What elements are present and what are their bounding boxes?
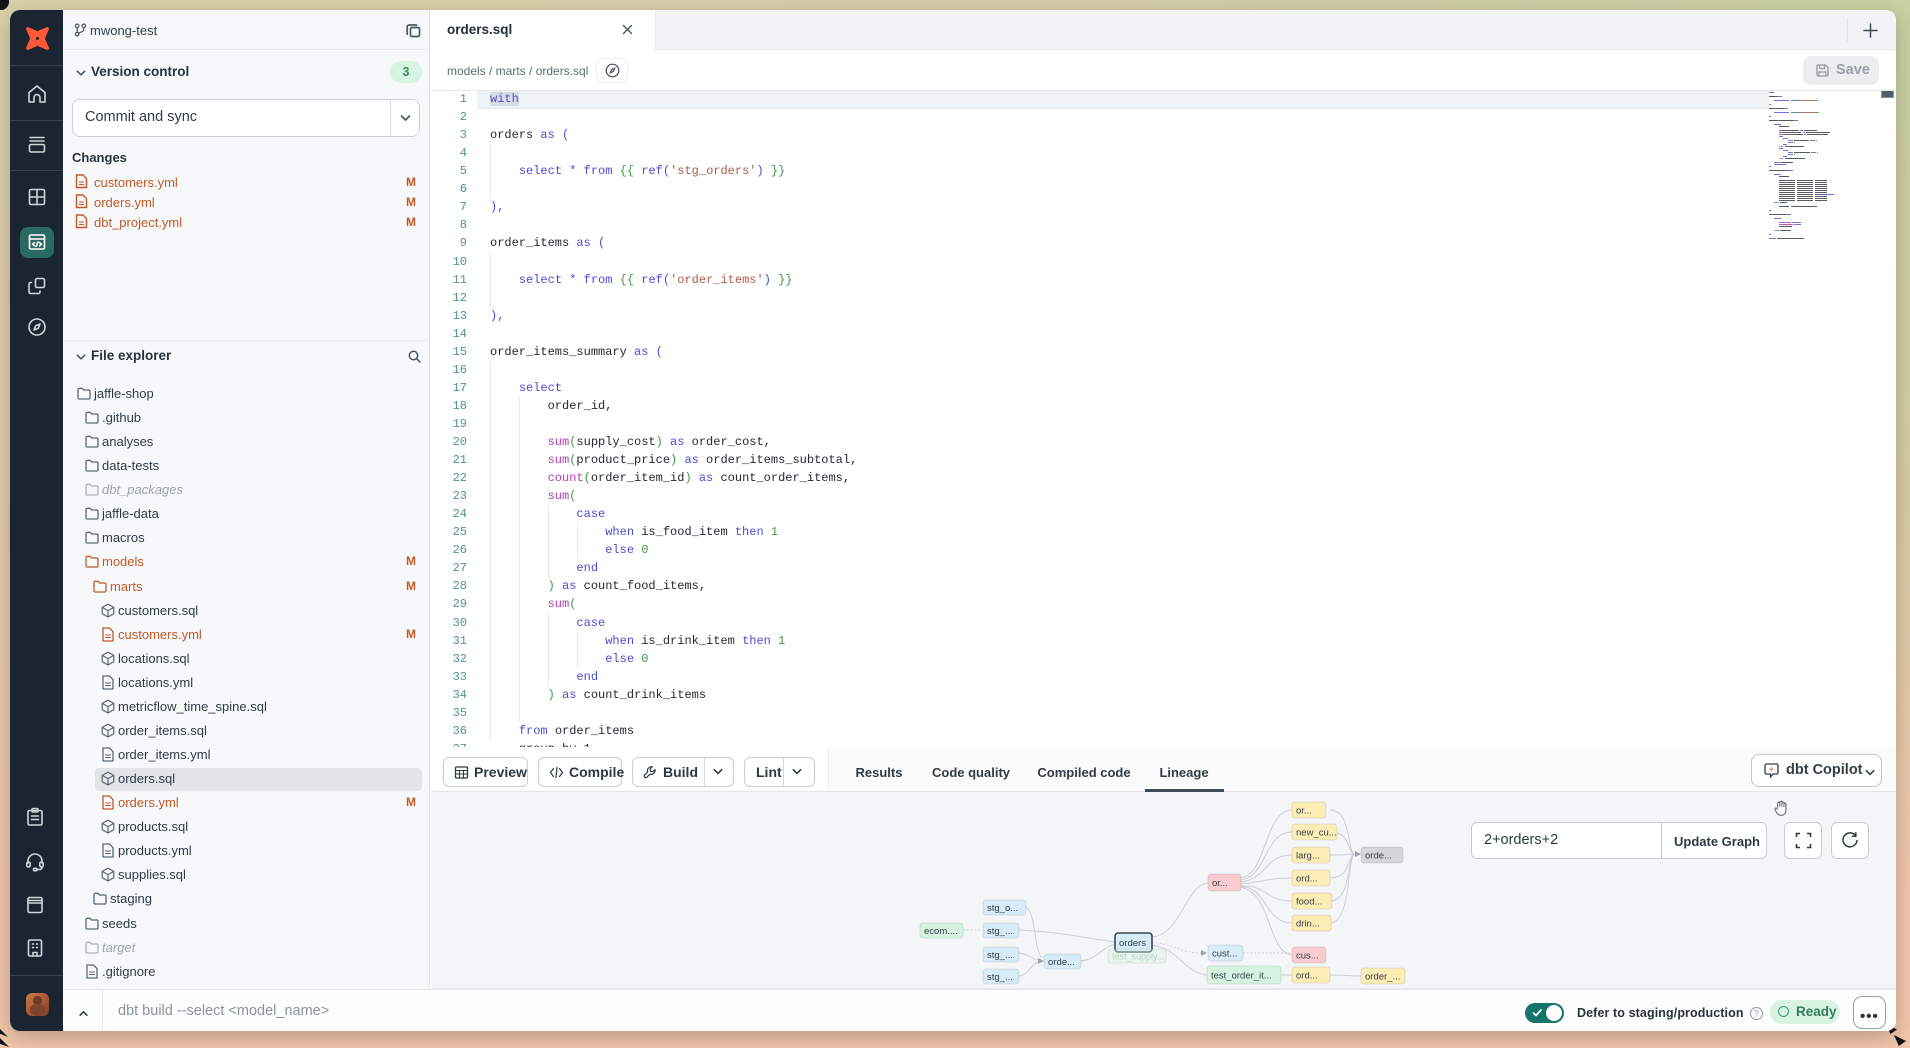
svg-text:food...: food... (1296, 897, 1322, 908)
svg-text:test_supply...: test_supply... (1112, 952, 1164, 962)
svg-text:or...: or... (1296, 806, 1312, 817)
svg-text:cus...: cus... (1296, 951, 1319, 962)
svg-text:stg_...: stg_... (987, 972, 1013, 983)
svg-text:drin...: drin... (1296, 919, 1320, 930)
svg-text:stg_...: stg_... (987, 950, 1013, 961)
svg-text:orde...: orde... (1365, 851, 1392, 862)
svg-text:order_...: order_... (1365, 972, 1400, 983)
svg-text:or...: or... (1212, 878, 1228, 889)
svg-text:cust...: cust... (1212, 949, 1237, 960)
svg-text:ecom....: ecom.... (924, 926, 958, 937)
svg-text:larg...: larg... (1296, 851, 1320, 862)
svg-text:stg_...: stg_... (987, 926, 1013, 937)
svg-text:ord...: ord... (1296, 874, 1318, 885)
svg-text:orders: orders (1119, 938, 1146, 949)
svg-text:?: ? (1754, 1009, 1759, 1019)
svg-text:orde...: orde... (1048, 957, 1075, 968)
svg-text:ord...: ord... (1296, 971, 1318, 982)
svg-text:new_cu...: new_cu... (1296, 828, 1337, 839)
svg-text:stg_o...: stg_o... (987, 903, 1018, 914)
svg-text:test_order_it...: test_order_it... (1211, 971, 1272, 982)
